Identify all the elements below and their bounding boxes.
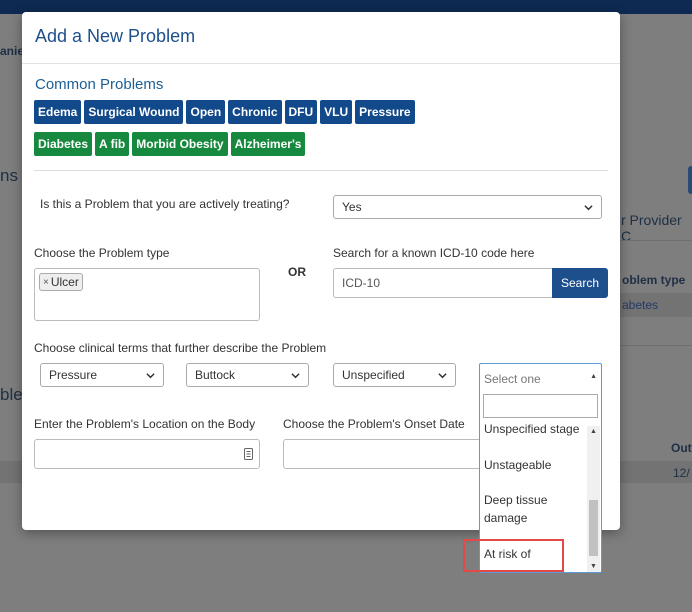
- bg-table-link: abetes: [622, 298, 659, 312]
- keypad-icon: [244, 448, 253, 460]
- chevron-down-icon: [584, 204, 593, 210]
- chip-open[interactable]: Open: [186, 100, 226, 124]
- remove-tag-icon[interactable]: ×: [43, 277, 49, 288]
- dropdown-option-unstageable[interactable]: Unstageable: [484, 456, 584, 474]
- dropdown-scroll-thumb[interactable]: [589, 500, 598, 556]
- chip-diabetes[interactable]: Diabetes: [34, 132, 93, 156]
- clinical-terms-label: Choose clinical terms that further descr…: [34, 341, 327, 355]
- chip-surgical-wound[interactable]: Surgical Wound: [84, 100, 184, 124]
- location-input[interactable]: [34, 439, 260, 469]
- dropdown-search-input[interactable]: [483, 394, 598, 418]
- search-button[interactable]: Search: [552, 268, 608, 298]
- bg-section-heading-2: ble: [0, 385, 23, 404]
- chip-pressure[interactable]: Pressure: [355, 100, 415, 124]
- onset-date-label: Choose the Problem's Onset Date: [283, 417, 465, 431]
- dropdown-selected-value: Select one: [484, 372, 541, 386]
- clinical-term-1-value: Pressure: [49, 368, 98, 382]
- bg-section-heading: ns: [0, 166, 18, 185]
- chip-vlu[interactable]: VLU: [320, 100, 353, 124]
- clinical-term-select-2[interactable]: Buttock: [186, 363, 309, 387]
- bg-divider-2: [620, 345, 692, 346]
- treating-question-label: Is this a Problem that you are actively …: [40, 197, 290, 211]
- bg-date: 12/: [673, 466, 690, 480]
- dropdown-option-deep-tissue-damage[interactable]: Deep tissue damage: [484, 491, 584, 527]
- common-problems-title: Common Problems: [35, 76, 164, 93]
- chip-alzheimers[interactable]: Alzheimer's: [230, 132, 306, 156]
- clinical-term-2-value: Buttock: [195, 368, 236, 382]
- bg-patient-name: anie: [0, 44, 25, 58]
- chip-edema[interactable]: Edema: [34, 100, 82, 124]
- chip-a-fib[interactable]: A fib: [95, 132, 130, 156]
- modal-title: Add a New Problem: [35, 26, 196, 46]
- icd-search-input[interactable]: ICD-10: [333, 268, 553, 298]
- highlight-box: [463, 539, 564, 572]
- dropdown-collapse-icon[interactable]: ▲: [590, 373, 597, 380]
- problem-type-tag-label: Ulcer: [50, 275, 79, 289]
- onset-date-input[interactable]: [283, 439, 483, 469]
- bg-row-left: [0, 461, 22, 483]
- bg-divider: [620, 240, 692, 241]
- treating-select[interactable]: Yes: [333, 195, 602, 219]
- scroll-down-icon[interactable]: ▼: [590, 563, 597, 570]
- problem-type-tag: × Ulcer: [39, 273, 83, 291]
- clinical-term-select-3[interactable]: Unspecified: [333, 363, 456, 387]
- clinical-term-select-1[interactable]: Pressure: [40, 363, 164, 387]
- location-label: Enter the Problem's Location on the Body: [34, 417, 256, 431]
- problem-type-multiselect[interactable]: × Ulcer: [34, 268, 260, 321]
- or-label: OR: [288, 265, 306, 279]
- icd-search-label: Search for a known ICD-10 code here: [333, 246, 535, 260]
- dropdown-option-unspecified-stage[interactable]: Unspecified stage: [484, 420, 584, 438]
- chevron-down-icon: [291, 372, 300, 378]
- bg-button: [688, 166, 692, 194]
- scroll-up-icon[interactable]: ▲: [590, 428, 597, 435]
- chip-chronic[interactable]: Chronic: [228, 100, 282, 124]
- modal-header: Add a New Problem: [22, 12, 620, 64]
- chip-dfu[interactable]: DFU: [284, 100, 318, 124]
- bg-outcome-header: Outc: [671, 441, 692, 455]
- clinical-term-3-value: Unspecified: [342, 368, 405, 382]
- treating-select-value: Yes: [342, 200, 362, 214]
- problem-type-label: Choose the Problem type: [34, 246, 170, 260]
- chip-morbid-obesity[interactable]: Morbid Obesity: [132, 132, 228, 156]
- common-problems-green-chips: Diabetes A fib Morbid Obesity Alzheimer'…: [34, 132, 306, 156]
- bg-column-header: oblem type: [622, 273, 686, 287]
- common-problems-blue-chips: Edema Surgical Wound Open Chronic DFU VL…: [34, 100, 415, 124]
- chevron-down-icon: [438, 372, 447, 378]
- chevron-down-icon: [146, 372, 155, 378]
- section-divider: [34, 170, 608, 171]
- dropdown-scrollbar[interactable]: ▲ ▼: [587, 426, 600, 572]
